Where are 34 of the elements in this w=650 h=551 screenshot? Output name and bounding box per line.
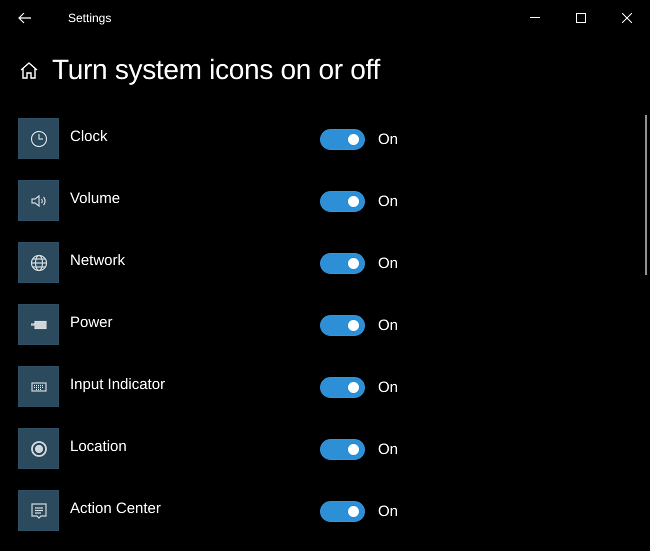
setting-label: Volume [70,190,122,207]
page-title: Turn system icons on or off [52,54,380,86]
toggle-switch[interactable] [320,253,365,274]
setting-label: Clock [70,128,109,145]
toggle-switch[interactable] [320,191,365,212]
toggle-switch[interactable] [320,501,365,522]
message-icon [28,500,48,520]
minimize-icon [530,17,540,18]
toggle-status: On [378,193,398,210]
home-icon [20,61,38,79]
toggle-switch[interactable] [320,129,365,150]
window-title: Settings [68,10,112,24]
toggle-status: On [378,441,398,458]
toggle-status: On [378,131,398,148]
toggle-switch[interactable] [320,439,365,460]
home-button[interactable] [20,61,38,79]
back-icon [18,12,32,24]
location-icon [28,438,48,458]
close-icon [622,12,632,22]
toggle-switch[interactable] [320,315,365,336]
toggle-switch[interactable] [320,377,365,398]
setting-label: Network [70,252,126,269]
setting-label: Action Center [70,500,162,517]
setting-label: Input Indicator [70,376,166,393]
toggle-status: On [378,379,398,396]
clock-icon [28,128,48,148]
toggle-status: On [378,255,398,272]
globe-icon [28,252,48,272]
toggle-status: On [378,317,398,334]
scrollbar[interactable] [645,115,647,275]
maximize-icon [576,12,586,22]
setting-label: Power [70,314,114,331]
setting-label: Location [70,438,128,455]
toggle-status: On [378,503,398,520]
